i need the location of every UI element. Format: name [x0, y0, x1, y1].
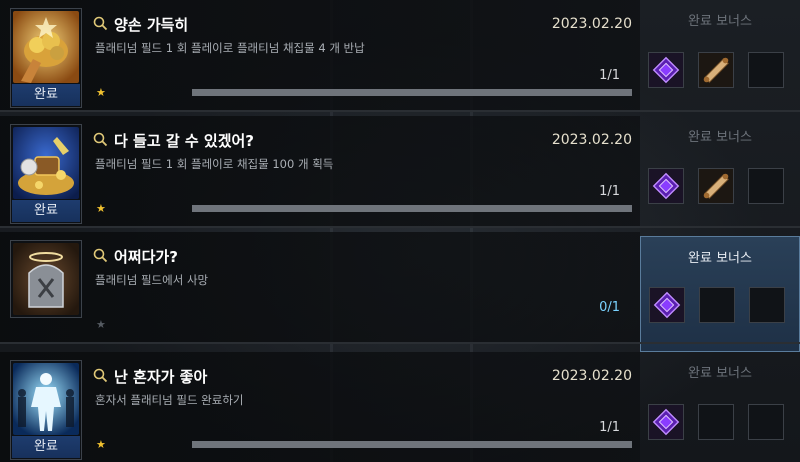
reward-slot[interactable]: [648, 404, 684, 440]
completion-bonus-panel: 완료 보너스: [640, 116, 800, 228]
progress-bar-fill: [192, 441, 632, 448]
achievement-title: 다 들고 갈 수 있겠어?: [114, 132, 254, 150]
progress-count: 1/1: [599, 184, 620, 199]
progress-bar-fill: [192, 205, 632, 212]
progress-count: 1/1: [599, 68, 620, 83]
achievement-icon-frame: [10, 240, 82, 318]
reward-slot[interactable]: [648, 168, 684, 204]
empty-slot: [748, 404, 784, 440]
search-icon: [93, 368, 108, 383]
search-icon: [93, 248, 108, 263]
tombstone-icon: [13, 243, 79, 315]
bonus-title: 완료 보너스: [688, 14, 752, 29]
progress-bar: [192, 89, 632, 96]
achievement-description: 혼자서 플래티넘 필드 완료하기: [95, 393, 244, 407]
purple-gem-icon: [650, 288, 684, 322]
achievement-title: 어쩌다가?: [114, 248, 178, 266]
row-divider: [0, 342, 800, 344]
achievement-icon-frame: 완료: [10, 360, 82, 460]
status-badge: 완료: [12, 200, 80, 222]
achievement-row[interactable]: 어쩌다가? 플래티넘 필드에서 사망 0/1 ★ 완료 보너스: [0, 232, 800, 352]
star-icon: ★: [96, 202, 106, 215]
progress-bar-fill: [192, 89, 632, 96]
empty-slot: [698, 404, 734, 440]
progress-count: 0/1: [599, 300, 620, 315]
gold-hand-icon: [13, 11, 79, 83]
empty-slot: [748, 52, 784, 88]
completion-date: 2023.02.20: [551, 132, 632, 148]
treasure-pile-icon: [13, 127, 79, 199]
row-divider: [0, 226, 800, 228]
reward-slot[interactable]: [698, 168, 734, 204]
scroll-icon: [699, 169, 733, 203]
achievement-title: 양손 가득히: [114, 16, 189, 34]
status-badge: 완료: [12, 436, 80, 458]
search-icon: [93, 16, 108, 31]
completion-bonus-panel: 완료 보너스: [640, 236, 800, 352]
bonus-title: 완료 보너스: [688, 130, 752, 145]
completion-date: 2023.02.20: [551, 368, 632, 384]
achievement-icon-frame: 완료: [10, 124, 82, 224]
row-divider: [0, 110, 800, 112]
purple-gem-icon: [649, 405, 683, 439]
completion-date: 2023.02.20: [551, 16, 632, 32]
achievement-description: 플래티넘 필드 1 회 플레이로 플래티넘 채집물 4 개 반납: [95, 41, 365, 55]
reward-slot[interactable]: [648, 52, 684, 88]
bonus-title: 완료 보너스: [688, 366, 752, 381]
achievement-description: 플래티넘 필드에서 사망: [95, 273, 209, 287]
star-icon: ★: [96, 86, 106, 99]
achievement-row[interactable]: 완료 양손 가득히 플래티넘 필드 1 회 플레이로 플래티넘 채집물 4 개 …: [0, 0, 800, 112]
progress-count: 1/1: [599, 420, 620, 435]
achievement-icon-frame: 완료: [10, 8, 82, 108]
achievement-row[interactable]: 완료 다 들고 갈 수 있겠어? 플래티넘 필드 1 회 플레이로 채집물 10…: [0, 116, 800, 228]
progress-bar: [192, 205, 632, 212]
reward-slot[interactable]: [649, 287, 685, 323]
completion-bonus-panel: 완료 보너스: [640, 352, 800, 462]
achievement-title: 난 혼자가 좋아: [114, 368, 208, 386]
purple-gem-icon: [649, 53, 683, 87]
status-badge: 완료: [12, 84, 80, 106]
completion-bonus-panel: 완료 보너스: [640, 0, 800, 112]
progress-bar: [192, 321, 632, 328]
empty-slot: [749, 287, 785, 323]
star-icon: ★: [96, 318, 106, 331]
empty-slot: [699, 287, 735, 323]
empty-slot: [748, 168, 784, 204]
purple-gem-icon: [649, 169, 683, 203]
search-icon: [93, 132, 108, 147]
scroll-icon: [699, 53, 733, 87]
reward-slot[interactable]: [698, 52, 734, 88]
achievement-row[interactable]: 완료 난 혼자가 좋아 혼자서 플래티넘 필드 완료하기 2023.02.20 …: [0, 352, 800, 462]
glowing-figure-icon: [13, 363, 79, 435]
achievement-description: 플래티넘 필드 1 회 플레이로 채집물 100 개 획득: [95, 157, 334, 171]
star-icon: ★: [96, 438, 106, 451]
bonus-title: 완료 보너스: [688, 251, 752, 266]
progress-bar: [192, 441, 632, 448]
